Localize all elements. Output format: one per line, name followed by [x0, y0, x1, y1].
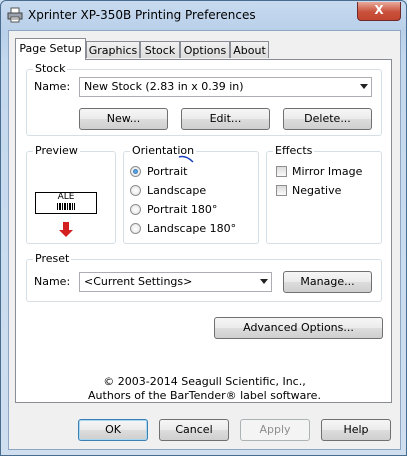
- portrait-radio[interactable]: [130, 166, 141, 177]
- edit-stock-button[interactable]: Edit...: [181, 108, 270, 130]
- stock-name-value: New Stock (2.83 in x 0.39 in): [84, 80, 244, 93]
- stock-group-label: Stock: [33, 62, 68, 75]
- label-preview: ALE: [35, 192, 97, 214]
- close-button[interactable]: X: [357, 2, 401, 21]
- mirror-image-label[interactable]: Mirror Image: [292, 165, 362, 178]
- landscape-radio[interactable]: [130, 185, 141, 196]
- tab-stock[interactable]: Stock: [140, 41, 180, 58]
- apply-button[interactable]: Apply: [240, 419, 310, 441]
- copyright-line-2: Authors of the BarTender® label software…: [88, 389, 321, 402]
- title-bar[interactable]: Xprinter XP-350B Printing Preferences X: [1, 1, 406, 29]
- portrait-label[interactable]: Portrait: [147, 165, 187, 178]
- landscape-180-radio[interactable]: [130, 223, 141, 234]
- new-stock-button[interactable]: New...: [79, 108, 168, 130]
- preset-group-label: Preset: [33, 252, 72, 265]
- dialog-window: Xprinter XP-350B Printing Preferences X …: [0, 0, 407, 456]
- tab-options[interactable]: Options: [180, 41, 230, 58]
- page-setup-panel: Stock Name: New Stock (2.83 in x 0.39 in…: [15, 59, 392, 403]
- tab-page-setup[interactable]: Page Setup: [15, 38, 86, 60]
- negative-label[interactable]: Negative: [292, 184, 341, 197]
- chevron-down-icon: [260, 279, 268, 284]
- portrait-180-radio[interactable]: [130, 204, 141, 215]
- preset-name-label: Name:: [34, 275, 71, 288]
- close-icon: X: [374, 3, 384, 17]
- chevron-down-icon: [360, 84, 368, 89]
- tab-about[interactable]: About: [230, 41, 269, 58]
- preset-name-dropdown[interactable]: <Current Settings>: [79, 272, 272, 292]
- preview-group-label: Preview: [33, 144, 80, 157]
- preset-group: Preset Name: <Current Settings> Manage..…: [26, 252, 382, 302]
- preview-group: Preview ALE: [26, 144, 116, 244]
- preview-label-text: ALE: [57, 192, 75, 202]
- manage-preset-button[interactable]: Manage...: [283, 271, 372, 293]
- effects-group-label: Effects: [273, 144, 315, 157]
- mirror-image-checkbox[interactable]: [276, 166, 287, 177]
- landscape-180-label[interactable]: Landscape 180°: [147, 222, 236, 235]
- stock-group: Stock Name: New Stock (2.83 in x 0.39 in…: [26, 62, 382, 136]
- negative-checkbox[interactable]: [276, 185, 287, 196]
- stock-name-label: Name:: [34, 80, 71, 93]
- arrow-down-icon: [59, 222, 73, 237]
- stock-name-dropdown[interactable]: New Stock (2.83 in x 0.39 in): [79, 77, 372, 97]
- printer-icon: [7, 7, 23, 23]
- window-title: Xprinter XP-350B Printing Preferences: [28, 8, 256, 22]
- dialog-client-area: Page Setup Graphics Stock Options About …: [8, 30, 401, 450]
- effects-group: Effects Mirror Image Negative: [266, 144, 382, 244]
- advanced-options-button[interactable]: Advanced Options...: [214, 317, 383, 339]
- preset-name-value: <Current Settings>: [84, 275, 193, 288]
- copyright-line-1: © 2003-2014 Seagull Scientific, Inc.,: [103, 375, 306, 388]
- tab-graphics[interactable]: Graphics: [86, 41, 140, 58]
- delete-stock-button[interactable]: Delete...: [283, 108, 372, 130]
- landscape-label[interactable]: Landscape: [147, 184, 206, 197]
- ok-button[interactable]: OK: [78, 419, 148, 441]
- help-button[interactable]: Help: [321, 419, 391, 441]
- cancel-button[interactable]: Cancel: [159, 419, 229, 441]
- portrait-180-label[interactable]: Portrait 180°: [147, 203, 217, 216]
- orientation-group: Orientation Portrait Landscape Portrait …: [123, 144, 259, 244]
- pen-mark-icon: [178, 155, 194, 163]
- barcode-icon: [57, 203, 75, 210]
